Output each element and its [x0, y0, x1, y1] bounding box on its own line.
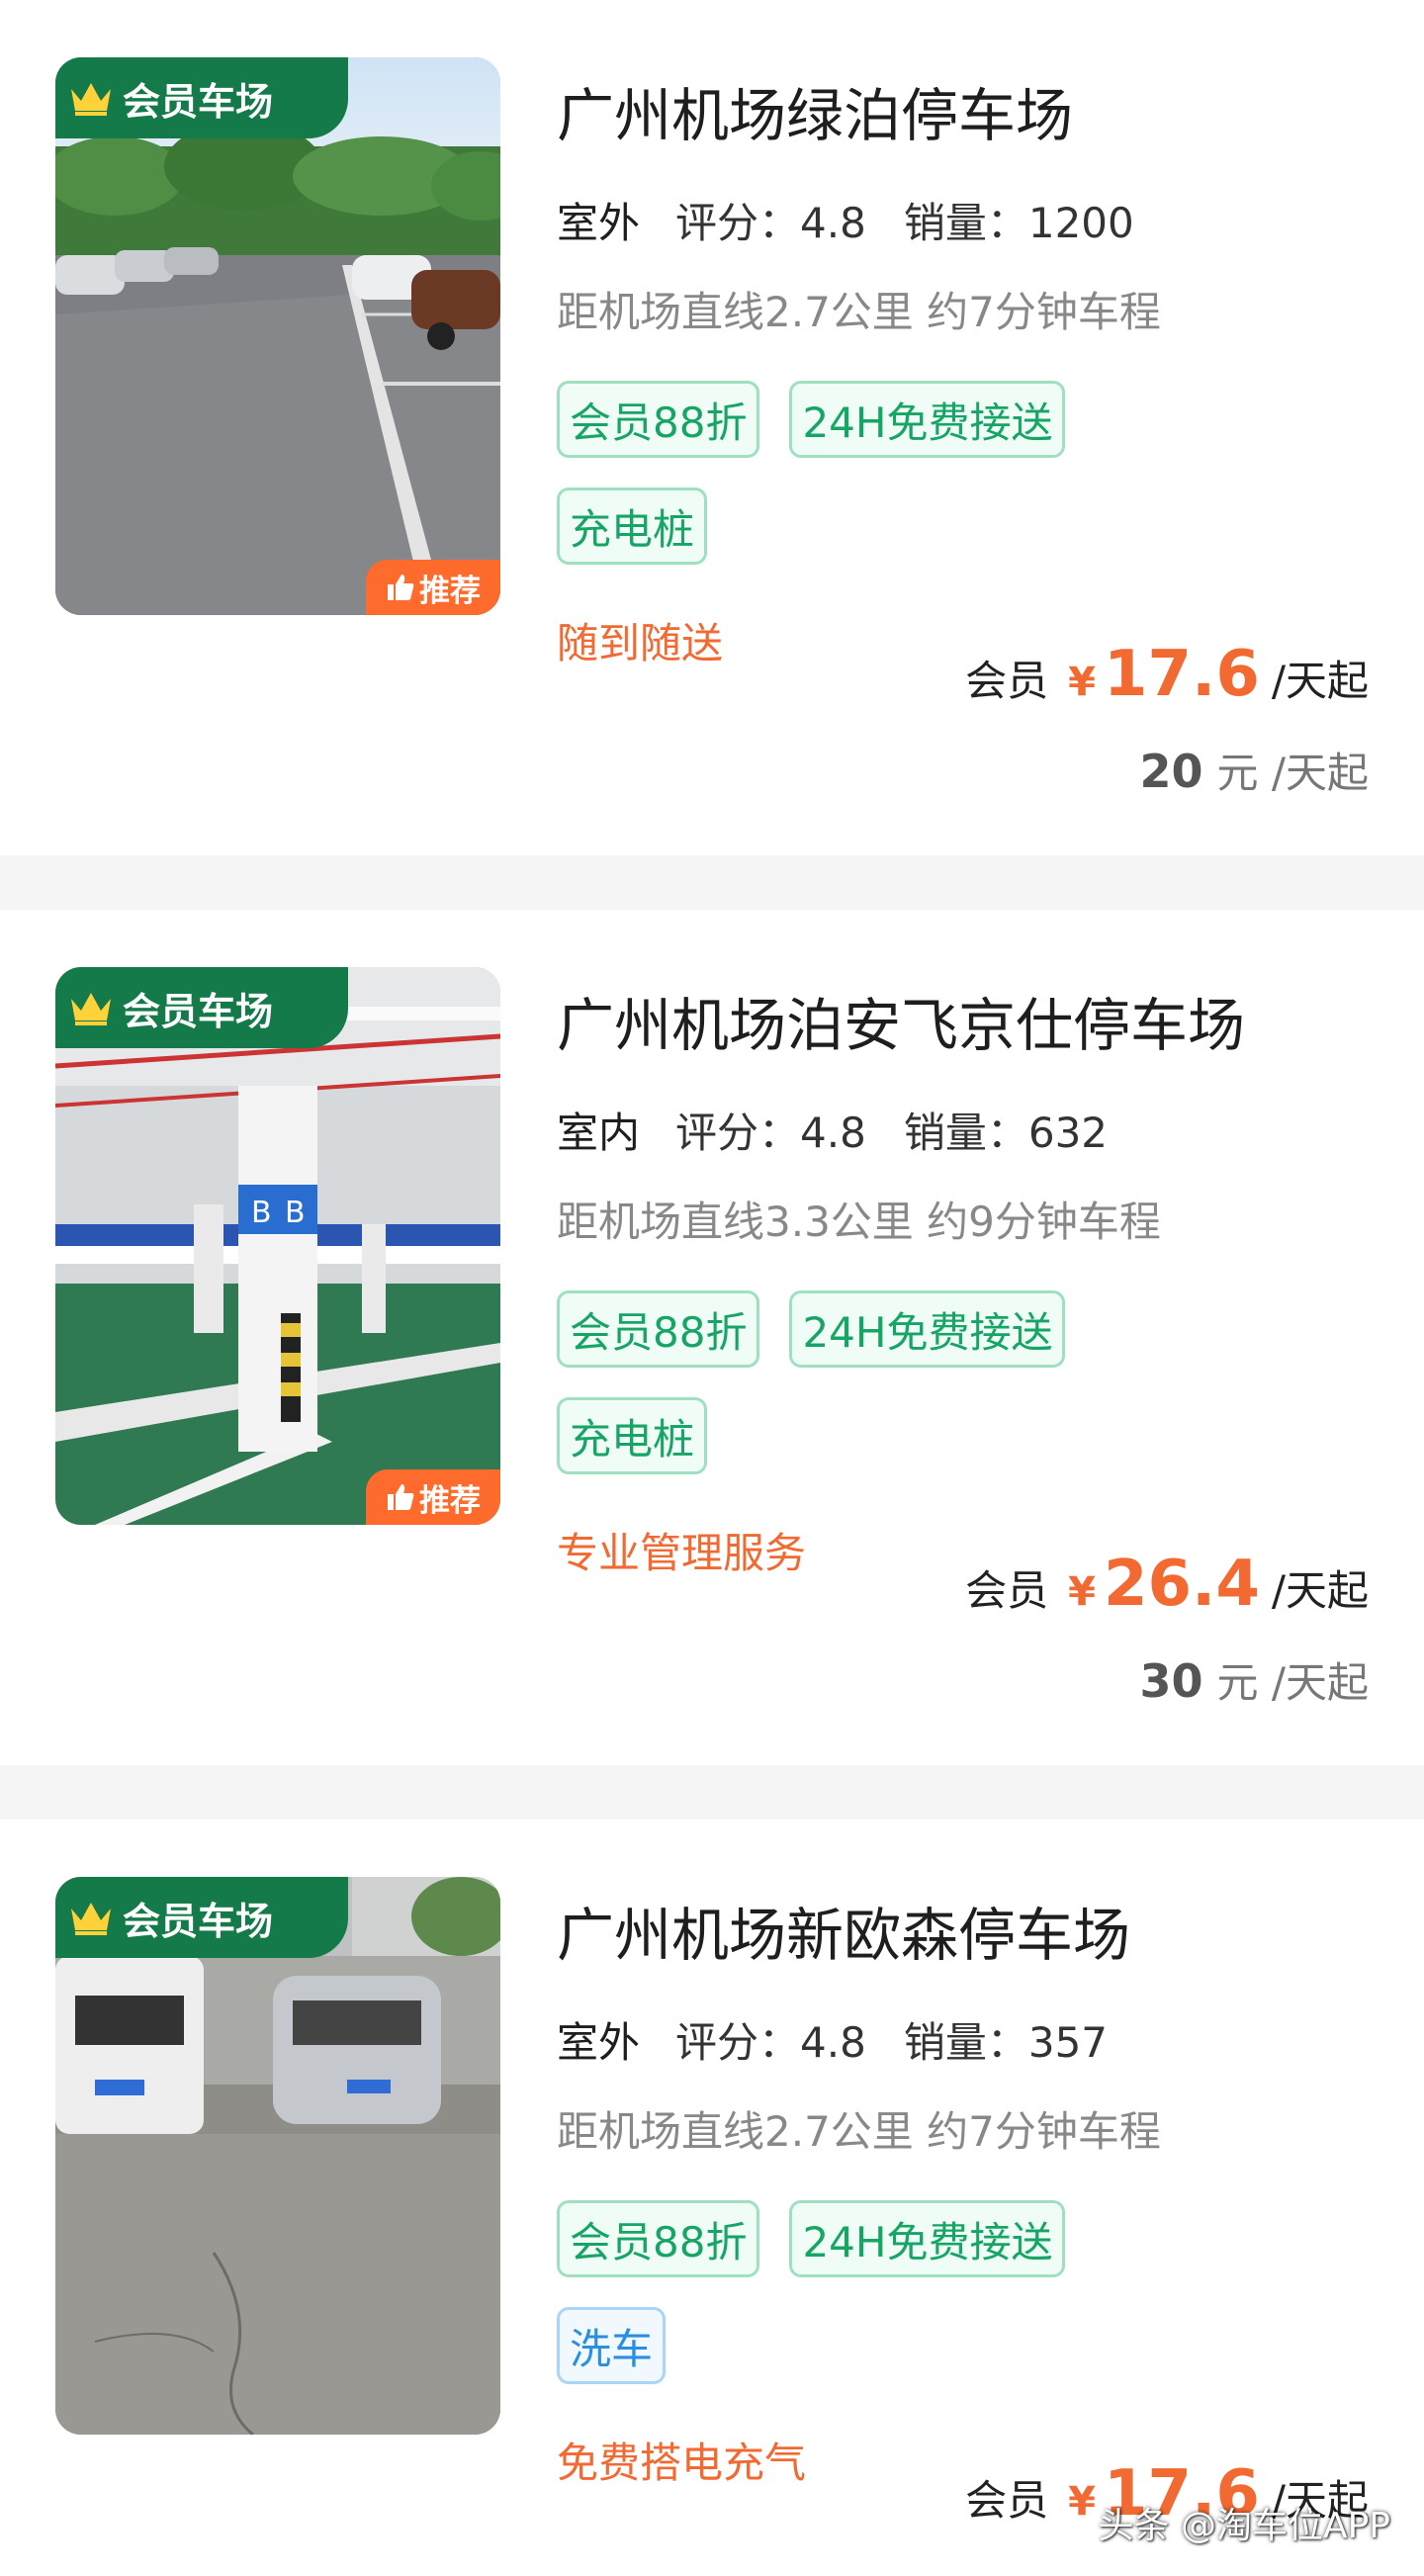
member-price: 会员 ¥ 17.6 /天起 [965, 638, 1369, 711]
rating-value: 4.8 [800, 199, 866, 247]
parking-photo[interactable]: 会员车场 [55, 1877, 500, 2435]
sales-value: 632 [1027, 1109, 1109, 1157]
member-price-label: 会员 [965, 1566, 1049, 1615]
tag-member-discount: 会员88折 [557, 381, 760, 458]
card-divider [0, 1765, 1424, 1820]
member-lot-label: 会员车场 [123, 1899, 274, 1943]
rating: 评分：4.8 [675, 2009, 866, 2070]
original-price-value: 30 [1139, 1654, 1203, 1708]
rating-value: 4.8 [800, 2018, 866, 2067]
crown-icon [71, 83, 111, 116]
parking-list: 会员车场 推荐 广州机场绿泊停车场 室外 评分：4.8 销量：1200 距机场直… [0, 0, 1424, 2571]
tag-charging: 充电桩 [557, 1397, 708, 1474]
lot-tags: 会员88折 24H免费接送 充电桩 [557, 1290, 1150, 1474]
price-unit: /天起 [1271, 657, 1369, 705]
sales-label: 销量： [903, 1109, 1028, 1157]
sales-label: 销量： [903, 199, 1028, 247]
tag-member-discount: 会员88折 [557, 2200, 760, 2277]
lot-type: 室外 [557, 2009, 643, 2070]
lot-title[interactable]: 广州机场新欧森停车场 [557, 1889, 1130, 1972]
sales: 销量：1200 [904, 190, 1134, 250]
member-lot-label: 会员车场 [123, 79, 274, 124]
svg-text:B: B [285, 1196, 306, 1230]
rating-label: 评分： [675, 2018, 801, 2067]
lot-distance: 距机场直线2.7公里 约7分钟车程 [557, 288, 1161, 336]
member-price-label: 会员 [965, 657, 1049, 705]
rating: 评分：4.8 [675, 190, 866, 250]
crown-icon [71, 993, 111, 1025]
parking-card[interactable]: B B 会员车场 推荐 广州机场泊安飞京仕停车场 室内 评分：4.8 销量：63… [0, 910, 1424, 1765]
tag-member-discount: 会员88折 [557, 1290, 760, 1368]
tag-free-shuttle: 24H免费接送 [789, 2200, 1066, 2277]
outdoor-lot-photo [55, 57, 500, 615]
lot-distance: 距机场直线2.7公里 约7分钟车程 [557, 2107, 1161, 2156]
lot-slogan: 专业管理服务 [557, 1529, 807, 1577]
rating: 评分：4.8 [675, 1100, 866, 1160]
lot-meta: 室外 评分：4.8 销量：357 [557, 2009, 1145, 2070]
parking-card[interactable]: 会员车场 推荐 广州机场绿泊停车场 室外 评分：4.8 销量：1200 距机场直… [0, 0, 1424, 855]
currency-symbol: ¥ [1068, 660, 1096, 705]
thumbs-up-icon [388, 1484, 414, 1510]
crown-icon [71, 1903, 111, 1935]
watermark: 头条 @淘车位APP [1098, 2506, 1391, 2546]
tag-free-shuttle: 24H免费接送 [789, 381, 1066, 458]
lot-type: 室外 [557, 190, 643, 250]
member-price-value: 26.4 [1103, 1548, 1260, 1621]
member-lot-label: 会员车场 [123, 989, 274, 1033]
price-unit: /天起 [1271, 1566, 1369, 1615]
tag-car-wash: 洗车 [557, 2307, 667, 2384]
original-price-value: 20 [1139, 745, 1203, 798]
card-divider [0, 855, 1424, 910]
sales-label: 销量： [903, 2018, 1028, 2067]
sales-value: 1200 [1027, 199, 1134, 247]
lot-type: 室内 [557, 1100, 643, 1160]
parking-photo[interactable]: 会员车场 推荐 [55, 57, 500, 615]
indoor-garage-photo: B B [55, 967, 500, 1525]
lot-slogan: 免费搭电充气 [557, 2439, 807, 2487]
member-lot-badge: 会员车场 [55, 1877, 348, 1958]
lot-slogan: 随到随送 [557, 619, 724, 667]
original-price-unit: 元 /天起 [1216, 1658, 1369, 1707]
member-price-value: 17.6 [1103, 638, 1260, 711]
original-price-unit: 元 /天起 [1216, 749, 1369, 797]
svg-text:B: B [251, 1196, 272, 1230]
lot-distance: 距机场直线3.3公里 约9分钟车程 [557, 1198, 1161, 1246]
parking-photo[interactable]: B B 会员车场 推荐 [55, 967, 500, 1525]
sales-value: 357 [1027, 2018, 1109, 2067]
original-price: 20 元 /天起 [1139, 740, 1369, 800]
lot-title[interactable]: 广州机场泊安飞京仕停车场 [557, 979, 1245, 1062]
sales: 销量：632 [904, 1100, 1108, 1160]
rating-label: 评分： [675, 1109, 801, 1157]
lot-tags: 会员88折 24H免费接送 洗车 [557, 2200, 1150, 2384]
recommend-label: 推荐 [419, 1482, 481, 1519]
lot-tags: 会员88折 24H免费接送 充电桩 [557, 381, 1150, 565]
recommend-badge: 推荐 [366, 560, 500, 615]
outdoor-lot-photo [55, 1877, 500, 2435]
currency-symbol: ¥ [1068, 1569, 1096, 1615]
tag-free-shuttle: 24H免费接送 [789, 1290, 1066, 1368]
member-price: 会员 ¥ 26.4 /天起 [965, 1548, 1369, 1621]
member-lot-badge: 会员车场 [55, 967, 348, 1048]
rating-label: 评分： [675, 199, 801, 247]
lot-meta: 室外 评分：4.8 销量：1200 [557, 190, 1172, 250]
rating-value: 4.8 [800, 1109, 866, 1157]
recommend-label: 推荐 [419, 573, 481, 609]
member-price-label: 会员 [965, 2476, 1049, 2525]
parking-card[interactable]: 会员车场 广州机场新欧森停车场 室外 评分：4.8 销量：357 距机场直线2.… [0, 1820, 1424, 2571]
lot-meta: 室内 评分：4.8 销量：632 [557, 1100, 1145, 1160]
original-price: 30 元 /天起 [1139, 1649, 1369, 1710]
thumbs-up-icon [388, 575, 414, 600]
tag-charging: 充电桩 [557, 488, 708, 565]
currency-symbol: ¥ [1068, 2479, 1096, 2525]
lot-title[interactable]: 广州机场绿泊停车场 [557, 69, 1073, 152]
recommend-badge: 推荐 [366, 1469, 500, 1525]
member-lot-badge: 会员车场 [55, 57, 348, 138]
sales: 销量：357 [904, 2009, 1108, 2070]
